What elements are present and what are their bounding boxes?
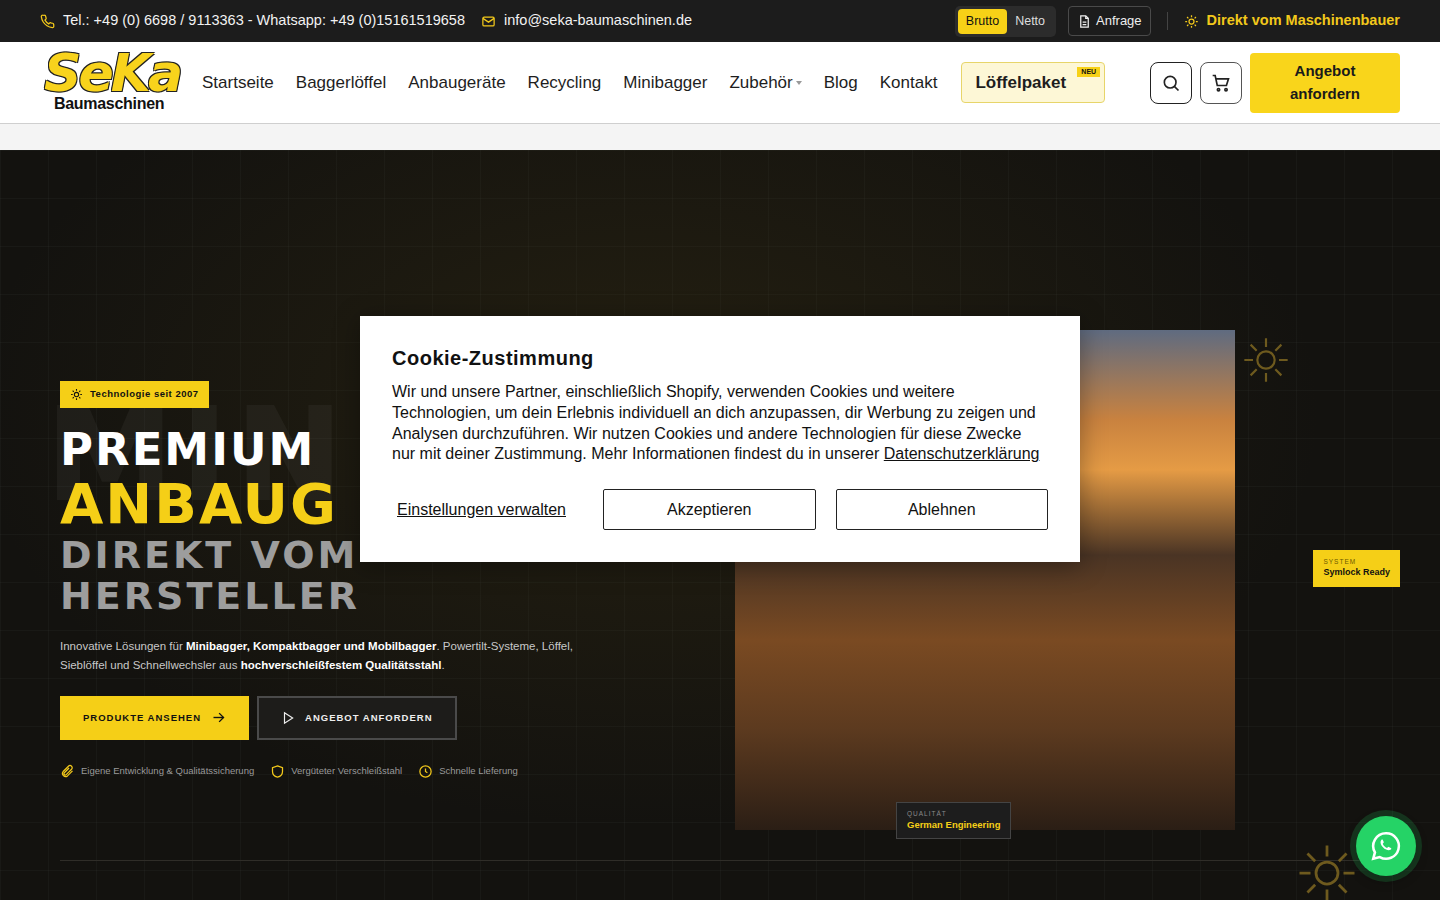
sun-icon (1240, 334, 1292, 386)
page: Tel.: +49 (0) 6698 / 9113363 - Whatsapp:… (0, 0, 1440, 900)
play-icon (281, 711, 295, 725)
nav-link[interactable]: Anbaugeräte (408, 70, 505, 96)
sun-icon (1294, 840, 1360, 900)
clock-icon (418, 764, 433, 779)
products-button[interactable]: PRODUKTE ANSEHEN (60, 696, 249, 740)
shield-icon (270, 764, 285, 779)
divider (60, 860, 1380, 861)
decline-button[interactable]: Ablehnen (836, 489, 1049, 530)
special-link[interactable]: Löffelpaket NEU (961, 62, 1105, 104)
quote-request-button[interactable]: ANGEBOT ANFORDERN (257, 696, 456, 740)
nav-link[interactable]: Kontakt (880, 70, 938, 96)
email[interactable]: info@seka-baumaschinen.de (481, 10, 692, 32)
nav-link[interactable]: Zubehör (729, 70, 801, 96)
system-tag: SYSTEM Symlock Ready (1313, 550, 1400, 587)
search-icon (1161, 73, 1181, 93)
request-button[interactable]: Anfrage (1068, 6, 1151, 36)
quality-tag: QUALITÄT German Engineering (896, 802, 1011, 839)
email-text[interactable]: info@seka-baumaschinen.de (504, 10, 692, 32)
whatsapp-icon (1369, 829, 1403, 863)
arrow-icon (211, 710, 226, 725)
top-bar: Tel.: +49 (0) 6698 / 9113363 - Whatsapp:… (0, 0, 1440, 42)
phone-icon (40, 14, 55, 29)
nav-link[interactable]: Startseite (202, 70, 274, 96)
document-icon (1077, 14, 1092, 29)
price-toggle: BruttoNetto (955, 6, 1056, 37)
contact[interactable]: Tel.: +49 (0) 6698 / 9113363 - Whatsapp:… (40, 10, 465, 32)
search-button[interactable] (1150, 62, 1192, 104)
feature-item: Eigene Entwicklung & Qualitätssicherung (60, 764, 254, 779)
feature-item: Vergüteter Verschleißstahl (270, 764, 402, 779)
cart-icon (1211, 73, 1231, 93)
mail-icon (481, 14, 496, 29)
quote-button[interactable]: Angebot anfordern (1250, 53, 1400, 113)
cookie-dialog: Cookie-Zustimmung Wir und unsere Partner… (360, 316, 1080, 562)
accept-button[interactable]: Akzeptieren (603, 489, 816, 530)
manage-button[interactable]: Einstellungen verwalten (392, 498, 583, 522)
gear-icon (1184, 14, 1199, 29)
sub-strip (0, 124, 1440, 150)
price-mode-button[interactable]: Brutto (958, 9, 1007, 34)
cart-button[interactable] (1200, 62, 1242, 104)
sun-icon (70, 388, 83, 401)
tagline: Direkt vom Maschinenbauer (1184, 10, 1400, 32)
price-mode-button[interactable]: Netto (1007, 9, 1053, 34)
paperclip-icon (60, 764, 75, 779)
headline-line: HERSTELLER (60, 576, 640, 617)
logo[interactable]: SeKa Baumaschinen (44, 51, 190, 115)
since-badge: Technologie seit 2007 (60, 381, 209, 407)
feature-item: Schnelle Lieferung (418, 764, 518, 779)
nav-link[interactable]: Blog (824, 70, 858, 96)
intro-text: Innovative Lösungen für Minibagger, Komp… (60, 637, 610, 676)
new-badge: NEU (1077, 67, 1100, 77)
nav-link[interactable]: Minibagger (623, 70, 707, 96)
separator (1167, 12, 1168, 30)
whatsapp-button[interactable] (1356, 816, 1416, 876)
nav-links: Startseite Baggerlöffel Anbaugeräte Recycli… (202, 70, 937, 96)
nav-link[interactable]: Baggerlöffel (296, 70, 386, 96)
contact-text[interactable]: Tel.: +49 (0) 6698 / 9113363 - Whatsapp:… (63, 10, 465, 32)
caret-icon (796, 81, 802, 85)
privacy-link[interactable]: Datenschutzerklärung (884, 445, 1040, 462)
nav-link[interactable]: Recycling (528, 70, 602, 96)
main-nav: SeKa Baumaschinen Startseite Baggerlöffel… (0, 42, 1440, 124)
